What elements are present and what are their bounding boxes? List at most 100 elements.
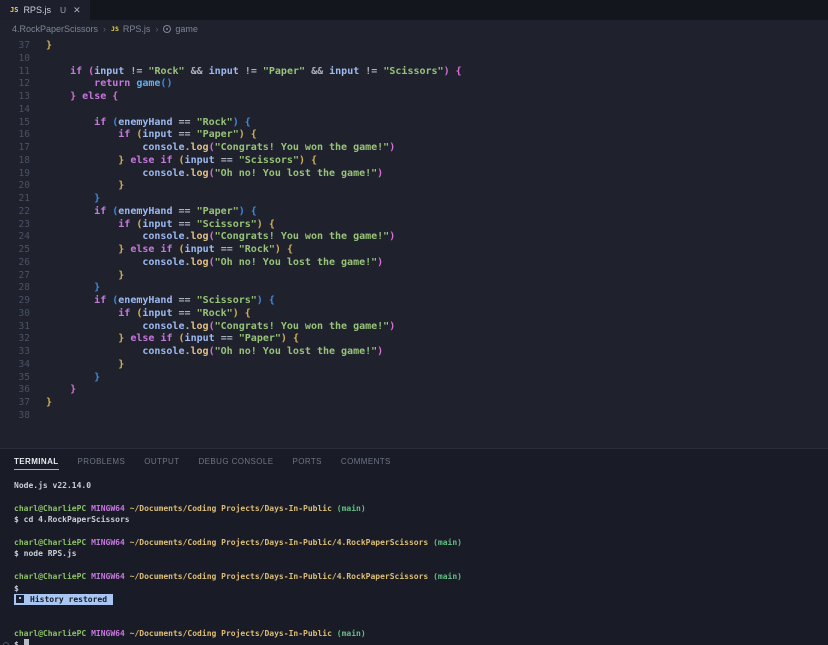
code-text: } else if (input == "Scissors") { [30, 155, 317, 168]
history-restored-badge: History restored [14, 594, 113, 605]
code-line[interactable]: 18 } else if (input == "Scissors") { [0, 155, 828, 168]
code-text: } [30, 193, 100, 206]
code-line[interactable]: 15 if (enemyHand == "Rock") { [0, 117, 828, 130]
code-line[interactable]: 33 console.log("Oh no! You lost the game… [0, 346, 828, 359]
line-number: 35 [0, 372, 30, 385]
terminal-line: charl@CharliePC MINGW64 ~/Documents/Codi… [14, 537, 828, 548]
code-text: if (enemyHand == "Scissors") { [30, 295, 275, 308]
git-status-badge: U [60, 5, 66, 15]
line-number: 37 [0, 40, 30, 53]
line-number: 38 [0, 410, 30, 423]
code-line[interactable]: 11 if (input != "Rock" && input != "Pape… [0, 66, 828, 79]
terminal-line [14, 491, 828, 502]
code-line[interactable]: 13 } else { [0, 91, 828, 104]
code-line[interactable]: 19 console.log("Oh no! You lost the game… [0, 168, 828, 181]
code-text: } [30, 180, 124, 193]
tab-rps-js[interactable]: JS RPS.js U ✕ [0, 0, 90, 20]
code-line[interactable]: 21 } [0, 193, 828, 206]
code-line[interactable]: 38 [0, 410, 828, 423]
code-text: } [30, 282, 100, 295]
code-text: if (enemyHand == "Rock") { [30, 117, 251, 130]
code-line[interactable]: 28 } [0, 282, 828, 295]
code-line[interactable]: 10 [0, 53, 828, 66]
terminal-line: charl@CharliePC MINGW64 ~/Documents/Codi… [14, 628, 828, 639]
tab-title: RPS.js [23, 5, 51, 15]
code-text: } [30, 384, 76, 397]
code-line[interactable]: 20 } [0, 180, 828, 193]
code-line[interactable]: 24 console.log("Congrats! You won the ga… [0, 231, 828, 244]
close-icon[interactable]: ✕ [73, 5, 81, 16]
line-number: 20 [0, 180, 30, 193]
code-text: console.log("Oh no! You lost the game!") [30, 168, 383, 181]
code-line[interactable]: 12 return game() [0, 78, 828, 91]
terminal-line [14, 560, 828, 571]
terminal[interactable]: Node.js v22.14.0charl@CharliePC MINGW64 … [0, 480, 828, 645]
panel-tab-terminal[interactable]: TERMINAL [14, 457, 59, 470]
javascript-file-icon: JS [10, 6, 18, 14]
code-line[interactable]: 25 } else if (input == "Rock") { [0, 244, 828, 257]
code-text [30, 410, 46, 423]
line-number: 22 [0, 206, 30, 219]
panel-tab-problems[interactable]: PROBLEMS [78, 457, 126, 469]
code-line[interactable]: 29 if (enemyHand == "Scissors") { [0, 295, 828, 308]
breadcrumb: 4.RockPaperScissors›JSRPS.js›game [0, 20, 828, 38]
breadcrumb-separator: › [103, 24, 106, 34]
code-line[interactable]: 23 if (input == "Scissors") { [0, 219, 828, 232]
code-line[interactable]: 31 console.log("Congrats! You won the ga… [0, 321, 828, 334]
line-number: 14 [0, 104, 30, 117]
history-restored-label: History restored [30, 594, 107, 605]
code-line[interactable]: 27 } [0, 270, 828, 283]
code-line[interactable]: 14 [0, 104, 828, 117]
breadcrumb-item-game[interactable]: game [163, 24, 198, 34]
terminal-line [14, 605, 828, 616]
code-text: return game() [30, 78, 172, 91]
line-number: 21 [0, 193, 30, 206]
panel-tab-ports[interactable]: PORTS [293, 457, 322, 469]
line-number: 34 [0, 359, 30, 372]
code-line[interactable]: 17 console.log("Congrats! You won the ga… [0, 142, 828, 155]
breadcrumb-item-4-rockpaperscissors[interactable]: 4.RockPaperScissors [12, 24, 98, 34]
line-number: 19 [0, 168, 30, 181]
terminal-line [14, 526, 828, 537]
terminal-line: $ cd 4.RockPaperScissors [14, 514, 828, 525]
line-number: 33 [0, 346, 30, 359]
terminal-line: $ [14, 639, 828, 645]
breadcrumb-label: game [175, 24, 198, 34]
code-text: } else { [30, 91, 118, 104]
code-editor[interactable]: 37}1011 if (input != "Rock" && input != … [0, 38, 828, 448]
code-line[interactable]: 37} [0, 397, 828, 410]
code-text [30, 53, 46, 66]
line-number: 36 [0, 384, 30, 397]
line-number: 11 [0, 66, 30, 79]
terminal-cursor [24, 639, 29, 645]
line-number: 18 [0, 155, 30, 168]
code-text: if (input != "Rock" && input != "Paper" … [30, 66, 462, 79]
code-line[interactable]: 36 } [0, 384, 828, 397]
line-number: 24 [0, 231, 30, 244]
code-line[interactable]: 32 } else if (input == "Paper") { [0, 333, 828, 346]
code-line[interactable]: 26 console.log("Oh no! You lost the game… [0, 257, 828, 270]
terminal-line: charl@CharliePC MINGW64 ~/Documents/Codi… [14, 571, 828, 582]
javascript-file-icon: JS [111, 25, 119, 33]
panel-tab-bar: TERMINAL PROBLEMS OUTPUT DEBUG CONSOLE PORTS… [0, 449, 828, 480]
code-line[interactable]: 16 if (input == "Paper") { [0, 129, 828, 142]
code-text: console.log("Oh no! You lost the game!") [30, 257, 383, 270]
code-line[interactable]: 34 } [0, 359, 828, 372]
code-line[interactable]: 22 if (enemyHand == "Paper") { [0, 206, 828, 219]
line-number: 23 [0, 219, 30, 232]
code-line[interactable]: 37} [0, 40, 828, 53]
code-line[interactable]: 30 if (input == "Rock") { [0, 308, 828, 321]
line-number: 30 [0, 308, 30, 321]
panel-tab-output[interactable]: OUTPUT [144, 457, 179, 469]
code-text: if (input == "Scissors") { [30, 219, 275, 232]
code-text: } [30, 397, 52, 410]
code-text: } [30, 372, 100, 385]
panel-tab-debug-console[interactable]: DEBUG CONSOLE [199, 457, 274, 469]
line-number: 28 [0, 282, 30, 295]
vscode-window: JS RPS.js U ✕ 4.RockPaperScissors›JSRPS.… [0, 0, 828, 645]
code-text: console.log("Congrats! You won the game!… [30, 321, 395, 334]
panel-tab-comments[interactable]: COMMENTS [341, 457, 391, 469]
code-line[interactable]: 35 } [0, 372, 828, 385]
line-number: 32 [0, 333, 30, 346]
breadcrumb-item-rps-js[interactable]: JSRPS.js [111, 24, 150, 34]
